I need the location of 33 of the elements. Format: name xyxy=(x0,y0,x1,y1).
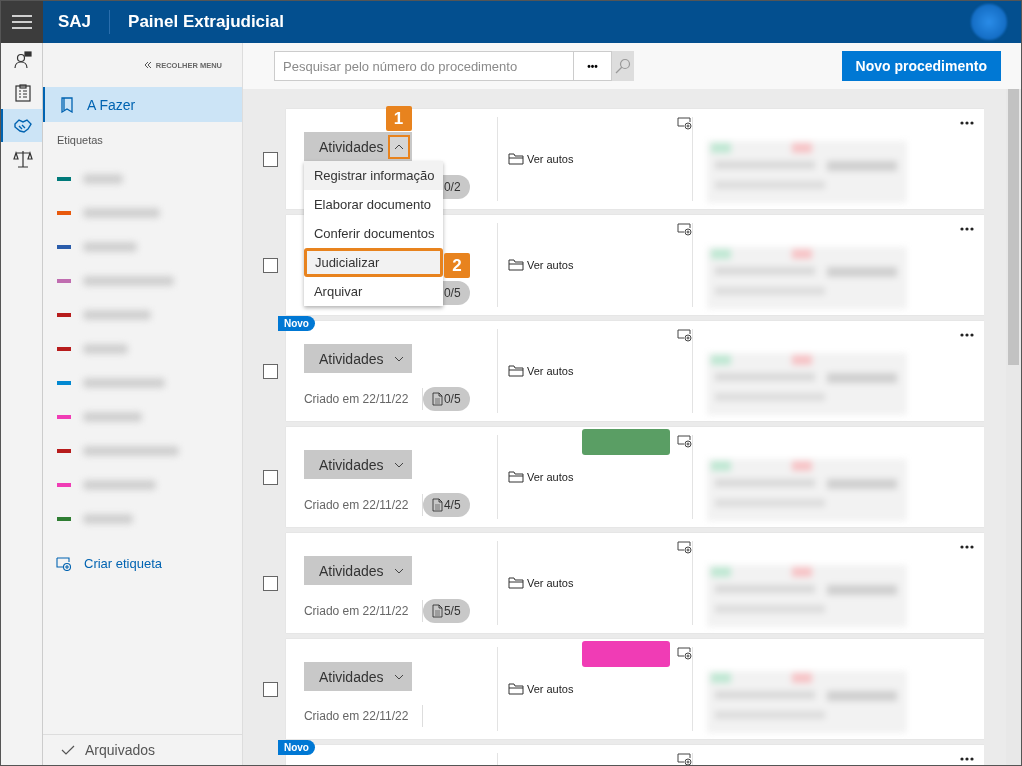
more-options-button[interactable]: ••• xyxy=(574,51,612,81)
menu-item[interactable]: Conferir documentos xyxy=(303,219,443,248)
page-title: Painel Extrajudicial xyxy=(128,12,284,32)
activities-button[interactable]: Atividades xyxy=(303,344,412,373)
menu-item[interactable]: Registrar informação xyxy=(303,161,443,190)
create-tag-link[interactable]: Criar etiqueta xyxy=(43,536,242,571)
created-date: Criado em 22/11/22 xyxy=(303,604,409,618)
view-files-link[interactable]: Ver autos xyxy=(507,471,574,483)
new-procedure-button[interactable]: Novo procedimento xyxy=(841,51,1001,81)
view-files-link[interactable]: Ver autos xyxy=(507,365,574,377)
archived-link[interactable]: Arquivados xyxy=(43,734,242,765)
activities-button[interactable]: Atividades xyxy=(303,556,412,585)
activities-button[interactable]: Atividades xyxy=(303,450,412,479)
created-date: Criado em 22/11/22 xyxy=(303,392,409,406)
section-heading: Etiquetas xyxy=(56,133,104,148)
new-badge: Novo xyxy=(277,740,315,755)
sidebar-item[interactable]: A Fazer xyxy=(43,87,242,122)
step-number-badge: 1 xyxy=(385,106,412,131)
activities-button[interactable]: Atividades xyxy=(303,132,412,161)
view-files-link[interactable]: Ver autos xyxy=(507,577,574,589)
document-count-badge: 5/5 xyxy=(422,599,470,623)
new-badge: Novo xyxy=(277,316,315,331)
search-field[interactable]: Pesquisar pelo número do procedimento xyxy=(274,51,574,81)
document-count-badge: 4/5 xyxy=(422,493,470,517)
app-name: SAJ xyxy=(58,12,92,32)
view-files-link[interactable]: Ver autos xyxy=(507,259,574,271)
view-files-link[interactable]: Ver autos xyxy=(507,153,574,165)
activities-button[interactable]: Atividades xyxy=(303,662,412,691)
step-number-badge: 2 xyxy=(443,253,470,278)
view-files-link[interactable]: Ver autos xyxy=(507,683,574,695)
created-date: Criado em 22/11/22 xyxy=(303,709,409,723)
created-date: Criado em 22/11/22 xyxy=(303,498,409,512)
document-count-badge: 0/5 xyxy=(422,387,470,411)
